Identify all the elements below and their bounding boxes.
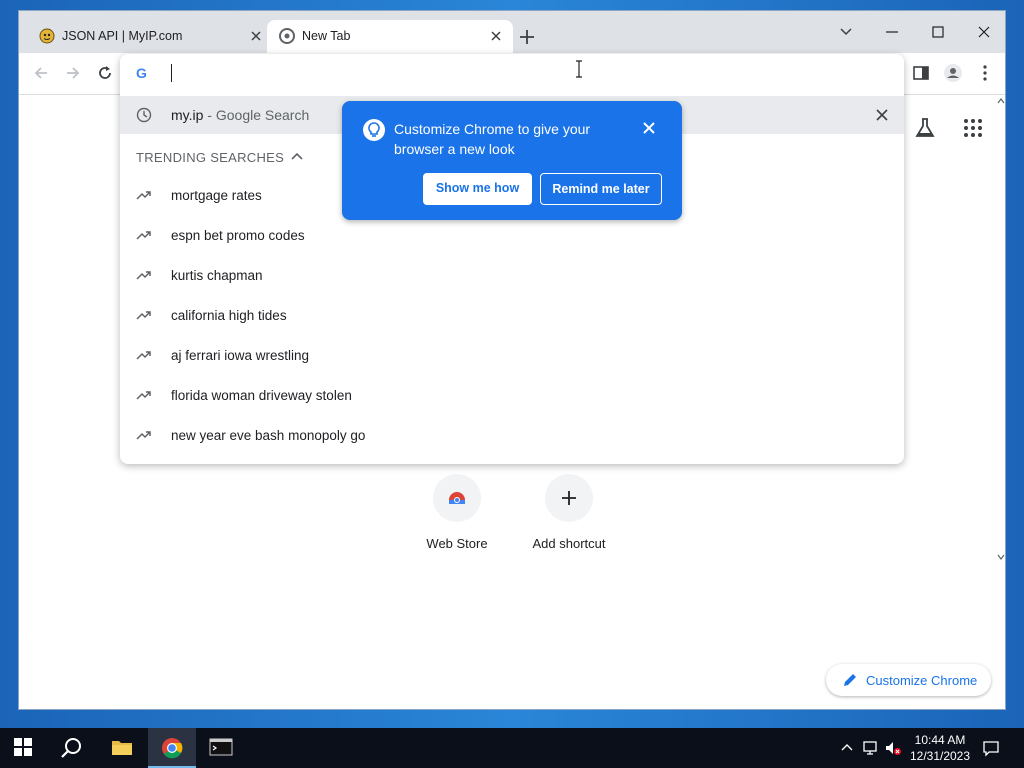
customize-chrome-button[interactable]: Customize Chrome <box>826 664 991 696</box>
trending-item[interactable]: aj ferrari iowa wrestling <box>120 335 904 375</box>
tab-myip[interactable]: JSON API | MyIP.com <box>27 20 273 53</box>
close-promo-icon[interactable] <box>642 121 656 135</box>
file-explorer-button[interactable] <box>98 728 146 768</box>
trending-item[interactable]: espn bet promo codes <box>120 215 904 255</box>
customize-chrome-promo: Customize Chrome to give your browser a … <box>342 101 682 220</box>
volume-muted-icon[interactable] <box>884 739 902 757</box>
trending-arrow-icon <box>136 391 151 400</box>
shortcut-web-store[interactable]: Web Store <box>407 474 507 551</box>
close-tab-icon[interactable] <box>249 29 263 43</box>
profile-avatar-icon[interactable] <box>943 63 963 83</box>
tab-title: New Tab <box>302 29 351 43</box>
trending-arrow-icon <box>136 191 151 200</box>
plus-icon <box>562 491 576 505</box>
text-cursor-icon <box>576 60 582 78</box>
web-store-icon <box>449 492 465 504</box>
back-arrow-icon[interactable] <box>31 63 51 83</box>
tab-search-chevron-icon[interactable] <box>831 17 861 47</box>
lightbulb-icon <box>363 119 385 141</box>
more-menu-icon[interactable] <box>975 63 995 83</box>
collapse-chevron-icon[interactable] <box>290 149 304 163</box>
trending-label: new year eve bash monopoly go <box>171 428 366 443</box>
tab-strip: JSON API | MyIP.com New Tab <box>19 11 1005 53</box>
shortcut-label: Web Store <box>426 536 488 551</box>
suggestion-suffix: - Google Search <box>203 107 310 123</box>
remove-suggestion-icon[interactable] <box>874 107 890 123</box>
chrome-icon <box>162 738 183 759</box>
reload-icon[interactable] <box>95 63 115 83</box>
trending-arrow-icon <box>136 271 151 280</box>
close-tab-icon[interactable] <box>489 29 503 43</box>
network-icon[interactable] <box>862 739 880 757</box>
promo-text: Customize Chrome to give your browser a … <box>394 121 591 157</box>
search-icon <box>61 738 81 758</box>
suggestion-query: my.ip <box>171 107 204 123</box>
windows-taskbar: 10:44 AM 12/31/2023 <box>0 728 1024 768</box>
notifications-icon[interactable] <box>982 739 1000 757</box>
trending-item[interactable]: new year eve bash monopoly go <box>120 415 904 455</box>
clock-date: 12/31/2023 <box>909 749 971 763</box>
myip-favicon-icon <box>39 28 55 44</box>
labs-flask-icon[interactable] <box>913 116 937 140</box>
google-apps-grid-icon[interactable] <box>961 116 985 140</box>
pencil-icon <box>844 674 856 686</box>
trending-label: espn bet promo codes <box>171 228 305 243</box>
clock-time: 10:44 AM <box>914 733 966 747</box>
chrome-taskbar-button[interactable] <box>148 728 196 768</box>
trending-label: california high tides <box>171 308 287 323</box>
start-button[interactable] <box>0 728 48 768</box>
close-window-icon[interactable] <box>969 17 999 47</box>
trending-label: kurtis chapman <box>171 268 263 283</box>
customize-chrome-label: Customize Chrome <box>866 673 978 688</box>
trending-label: florida woman driveway stolen <box>171 388 352 403</box>
web-store-tile <box>433 474 481 522</box>
windows-logo-icon <box>14 738 32 756</box>
google-g-icon: G <box>136 65 147 81</box>
trending-arrow-icon <box>136 431 151 440</box>
show-me-how-button[interactable]: Show me how <box>423 173 532 205</box>
add-shortcut-tile <box>545 474 593 522</box>
tab-new-tab[interactable]: New Tab <box>267 20 513 53</box>
history-clock-icon <box>136 107 152 123</box>
remind-me-later-button[interactable]: Remind me later <box>540 173 662 205</box>
trending-arrow-icon <box>136 231 151 240</box>
shortcut-add[interactable]: Add shortcut <box>519 474 619 551</box>
tray-chevron-up-icon[interactable] <box>838 739 856 757</box>
trending-label: mortgage rates <box>171 188 262 203</box>
trending-label: aj ferrari iowa wrestling <box>171 348 310 363</box>
page-scrollbar[interactable] <box>995 96 1006 566</box>
terminal-icon <box>209 738 233 756</box>
shortcut-label: Add shortcut <box>532 536 606 551</box>
new-tab-plus-icon[interactable] <box>517 27 537 47</box>
text-caret <box>171 64 172 82</box>
system-clock[interactable]: 10:44 AM 12/31/2023 <box>906 732 974 764</box>
terminal-taskbar-button[interactable] <box>196 728 244 768</box>
trending-searches-header: TRENDING SEARCHES <box>136 150 285 165</box>
trending-item[interactable]: florida woman driveway stolen <box>120 375 904 415</box>
folder-icon <box>112 741 132 755</box>
tab-title: JSON API | MyIP.com <box>62 29 183 43</box>
trending-item[interactable]: kurtis chapman <box>120 255 904 295</box>
forward-arrow-icon[interactable] <box>63 63 83 83</box>
trending-arrow-icon <box>136 311 151 320</box>
maximize-icon[interactable] <box>923 17 953 47</box>
side-panel-icon[interactable] <box>911 63 931 83</box>
minimize-icon[interactable] <box>877 17 907 47</box>
address-bar[interactable]: G <box>120 54 904 94</box>
trending-arrow-icon <box>136 351 151 360</box>
trending-item[interactable]: california high tides <box>120 295 904 335</box>
chrome-favicon-icon <box>279 28 295 44</box>
search-button[interactable] <box>48 728 96 768</box>
